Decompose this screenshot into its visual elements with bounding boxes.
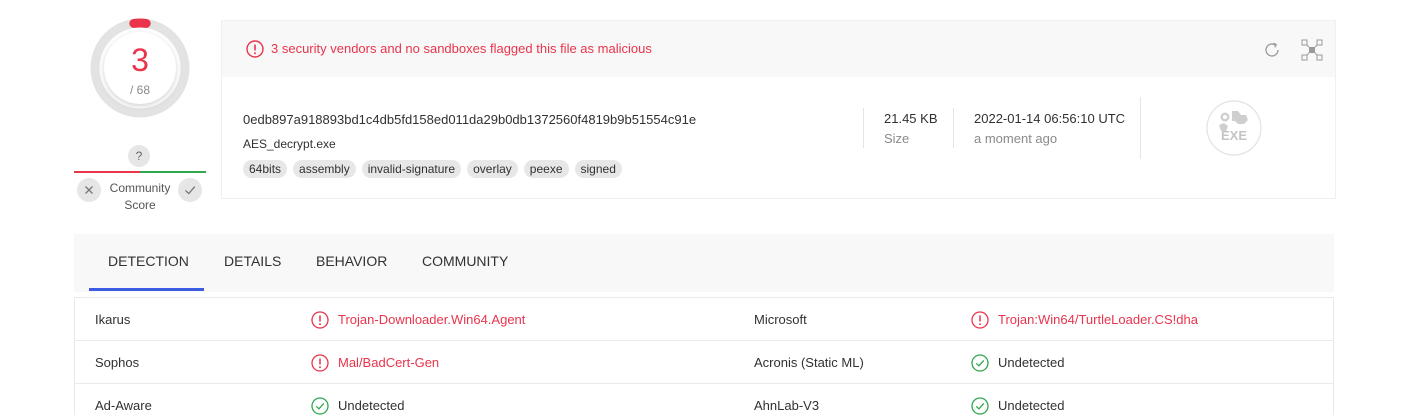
vendor-name: Sophos (95, 355, 140, 370)
vote-harmless-button[interactable] (178, 178, 202, 202)
vendor-name: AhnLab-V3 (754, 398, 820, 413)
file-type-label: EXE (1221, 128, 1247, 143)
check-icon (185, 186, 196, 195)
detection-result-label: Undetected (338, 398, 405, 413)
detection-row: Ikarus Trojan-Downloader.Win64.Agent Micro… (75, 298, 1333, 341)
detection-row: Sophos Mal/BadCert-Gen Acronis (Static ML)… (75, 341, 1333, 384)
active-tab-indicator (89, 288, 204, 291)
vendor-name: Ad-Aware (95, 398, 152, 413)
alert-circle-icon (246, 40, 264, 58)
detection-result-label: Trojan:Win64/TurtleLoader.CS!dha (998, 312, 1198, 327)
alert-circle-icon (311, 310, 329, 329)
community-score-label: Community Score (100, 180, 180, 214)
vendor-name: Ikarus (95, 312, 131, 327)
file-tag[interactable]: overlay (467, 160, 518, 178)
file-size-label: Size (884, 131, 910, 146)
detection-result-label: Undetected (998, 398, 1065, 413)
scan-date-label: a moment ago (974, 131, 1058, 146)
vendor-name: Microsoft (754, 312, 807, 327)
tab-behavior[interactable]: BEHAVIOR (316, 253, 387, 269)
exe-file-type-icon: EXE (1206, 100, 1262, 156)
detection-result-label: Undetected (998, 355, 1065, 370)
file-tag[interactable]: signed (574, 160, 622, 178)
vote-harmful-button[interactable] (77, 178, 101, 202)
file-tag[interactable]: invalid-signature (361, 160, 462, 178)
detection-count: 3 (131, 42, 149, 78)
engine-total: / 68 (129, 83, 150, 97)
community-score-label-line2: Score (124, 198, 156, 212)
detection-result: Undetected (971, 341, 1065, 384)
scan-date-value: 2022-01-14 06:56:10 UTC (974, 111, 1126, 126)
community-score-bar-negative (74, 171, 140, 173)
close-icon (85, 186, 93, 194)
detection-result-label: Trojan-Downloader.Win64.Agent (338, 312, 526, 327)
community-score-bar-positive (140, 171, 206, 173)
file-tag[interactable]: assembly (293, 160, 356, 178)
file-name: AES_decrypt.exe (243, 137, 336, 151)
tab-community[interactable]: COMMUNITY (422, 253, 508, 269)
detection-result-label: Mal/BadCert-Gen (338, 355, 440, 370)
alert-banner: 3 security vendors and no sandboxes flag… (222, 21, 1335, 77)
divider (953, 108, 954, 148)
alert-circle-icon (971, 310, 989, 329)
detection-score-gauge: 3 / 68 (90, 18, 190, 118)
file-tag[interactable]: 64bits (243, 160, 288, 178)
detections-table: Ikarus Trojan-Downloader.Win64.Agent Micro… (74, 297, 1334, 415)
alert-circle-icon (311, 353, 329, 372)
detection-result: Undetected (971, 384, 1065, 415)
divider (863, 108, 864, 148)
community-score-label-line1: Community (109, 181, 171, 195)
report-tabs: DETECTION DETAILS BEHAVIOR COMMUNITY (74, 234, 1334, 292)
check-circle-icon (311, 396, 329, 415)
file-hash[interactable]: 0edb897a918893bd1c4db5fd158ed011da29b0db… (243, 112, 696, 127)
detection-result: Trojan-Downloader.Win64.Agent (311, 298, 525, 341)
vendor-name: Acronis (Static ML) (754, 355, 864, 370)
community-score-help-icon[interactable]: ? (128, 145, 150, 167)
alert-message: 3 security vendors and no sandboxes flag… (271, 41, 652, 56)
detection-result: Undetected (311, 384, 405, 415)
community-score-bar (74, 171, 206, 173)
file-summary-card: 3 security vendors and no sandboxes flag… (221, 20, 1336, 199)
tab-detection[interactable]: DETECTION (108, 253, 189, 269)
reanalyze-icon[interactable] (1262, 40, 1282, 60)
file-tags: 64bits assembly invalid-signature overlay pe… (243, 160, 622, 178)
tab-details[interactable]: DETAILS (224, 253, 281, 269)
detection-result: Mal/BadCert-Gen (311, 341, 439, 384)
file-size-value: 21.45 KB (884, 111, 938, 126)
check-circle-icon (971, 396, 989, 415)
file-tag[interactable]: peexe (523, 160, 569, 178)
detection-result: Trojan:Win64/TurtleLoader.CS!dha (971, 298, 1198, 341)
detection-row: Ad-Aware Undetected AhnLab-V3 Undetected (75, 384, 1333, 415)
divider (1140, 97, 1141, 159)
check-circle-icon (971, 353, 989, 372)
similar-files-icon[interactable] (1300, 38, 1324, 62)
